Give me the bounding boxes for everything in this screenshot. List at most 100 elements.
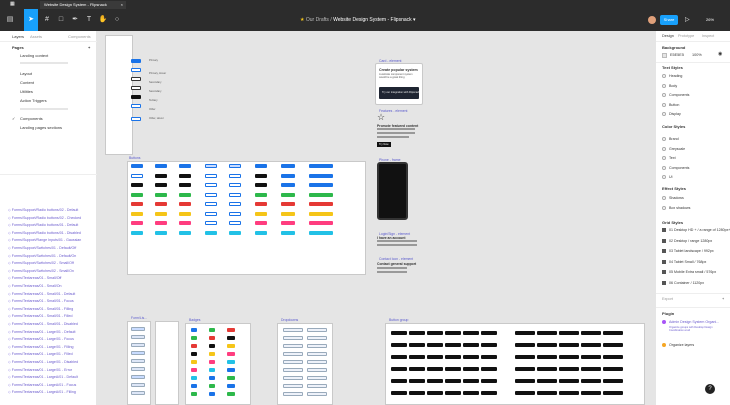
style-item[interactable]: 01 Desktop HD + / a range of 1280px+ [662,227,730,233]
layer-item[interactable]: Forms/Textareas/01 - Small/01 - Focus [8,298,74,304]
style-item[interactable]: Components [662,92,689,98]
style-item[interactable]: 05 Mobile Extra small / 576px [662,269,716,275]
page-item[interactable]: Layout [20,71,32,76]
star-icon[interactable]: ★ [300,17,304,23]
layer-item[interactable]: Forms/Textareas/01 - LargeA/01 - Focus [8,382,77,388]
frame-label-badges[interactable]: Badges [189,318,201,322]
layer-item[interactable]: Forms/Support/Radio buttons/01 - Disable… [8,230,81,236]
style-label: 05 Mobile Extra small / 576px [669,270,717,274]
layer-item[interactable]: Forms/Support/Switches/02 - Small/Off [8,260,74,266]
layer-item[interactable]: Forms/Textareas/01 - Large/01 - Error [8,367,72,373]
add-export-icon[interactable]: + [722,297,724,301]
layer-item[interactable]: Forms/Textareas/01 - Small/On [8,283,62,289]
style-item[interactable]: Brand [662,136,679,142]
layer-item[interactable]: Forms/Textareas/01 - Small/Off [8,275,62,281]
layer-item[interactable]: Forms/Support/Switches/02 - Small/On [8,268,74,274]
page-item[interactable]: Landing context [20,53,48,58]
style-item[interactable]: Button [662,102,679,108]
button-variant [229,211,241,216]
avatar[interactable] [648,16,656,24]
plugin-item[interactable]: Organize layers [669,342,694,348]
layer-item[interactable]: Forms/Textareas/01 - Small/01 - Filled [8,313,73,319]
tab-assets[interactable]: Assets [30,33,42,40]
figma-logo-icon[interactable]: ▦ [10,1,17,8]
tab-layers[interactable]: Layers [12,33,24,40]
share-button[interactable]: Share [660,15,678,25]
frame-label-dropdowns[interactable]: Dropdowns [281,318,298,322]
style-item[interactable]: Components [662,165,689,171]
hand-tool-icon[interactable]: ✋ [96,9,110,31]
layer-item[interactable]: Forms/Support/Radio buttons/01 - Default [8,222,79,228]
file-name[interactable]: Website Design System - Flipsnack [333,17,412,23]
style-item[interactable]: Heading [662,73,682,79]
layer-item[interactable]: Forms/Support/Radio buttons/02 - Checked [8,215,81,221]
page-item[interactable]: Action Triggers [20,98,47,103]
frame-tool-icon[interactable]: # [40,9,54,31]
phone-frame[interactable] [377,162,408,220]
canvas[interactable]: Primary Primary, Hover Secondary Seconda… [97,31,655,405]
layer-item[interactable]: Forms/Textareas/01 - Small/01 - Disabled [8,321,78,327]
layer-item[interactable]: Forms/Textareas/01 - LargeA/01 - Default [8,374,78,380]
style-item[interactable]: Shadows [662,195,684,201]
add-page-icon[interactable]: + [88,45,90,50]
frame-label-button-group[interactable]: Button group [389,318,408,322]
background-opacity[interactable]: 100% [692,53,702,57]
tab-components[interactable]: Components [68,33,91,40]
layer-item[interactable]: Forms/Textareas/01 - Large/01 - Filled [8,351,73,357]
layer-item[interactable]: Forms/Textareas/01 - Large/01 - Focus [8,336,74,342]
move-tool-icon[interactable]: ➤ [24,9,38,31]
style-item[interactable]: 06 Container / 1120px [662,280,704,286]
layer-item[interactable]: Forms/Textareas/01 - Large/01 - Default [8,329,76,335]
tab-inspect[interactable]: Inspect [702,33,714,40]
breadcrumb-folder[interactable]: Our Drafts [306,17,329,23]
text-tool-icon[interactable]: T [82,9,96,31]
page-item[interactable]: Landing pages sections [20,125,62,130]
frame-label-buttons[interactable]: Buttons [129,156,141,160]
tab-design[interactable]: Design [662,33,674,40]
background-hex[interactable]: E5E5E5 [670,53,684,57]
components-page[interactable]: Components [20,116,43,121]
layer-item[interactable]: Forms/Textareas/01 - Small/01 - Filling [8,306,74,312]
style-item[interactable]: Greyscale [662,146,685,152]
help-button[interactable]: ? [705,384,715,394]
plugin-item[interactable]: Admin Design System Organi... [669,319,719,325]
style-item[interactable]: Text [662,155,676,161]
style-item[interactable]: Box shadows [662,205,690,211]
frame-label-contact[interactable]: Contact Icon - element [379,257,413,261]
style-item[interactable]: Display [662,111,681,117]
layer-item[interactable]: Forms/Support/Switches/01 - Default/Off [8,245,76,251]
forms-frame-2[interactable] [155,321,179,405]
document-tab[interactable]: Website Design System - Flipsnack × [40,1,126,9]
layer-item[interactable]: Forms/Support/Switches/01 - Default/On [8,253,77,259]
main-menu-icon[interactable]: ▤ [0,9,20,31]
pen-tool-icon[interactable]: ✒ [68,9,82,31]
layer-item[interactable]: Forms/Support/Radio buttons/02 - Default [8,207,79,213]
layer-item[interactable]: Forms/Textareas/01 - LargeA/01 - Filling [8,389,76,395]
chevron-down-icon[interactable]: ▾ [413,17,416,23]
style-item[interactable]: 04 Tablet Small / 768px [662,259,706,265]
style-item[interactable]: 03 Tablet landscape / 992px [662,248,714,254]
button-variant [205,230,217,235]
page-item[interactable]: Utilities [20,89,33,94]
zoom-level[interactable]: 26% [706,15,714,25]
style-item[interactable]: Body [662,83,677,89]
page-item[interactable]: Content [20,80,34,85]
layer-item[interactable]: Forms/Support/Range Inputs/01 - Gaussian [8,237,82,243]
features-text-line [377,128,415,130]
layer-item[interactable]: Forms/Textareas/01 - Small/01 - Default [8,291,76,297]
frame-label-forms[interactable]: Form/Lis... [131,316,147,320]
layer-item[interactable]: Forms/Textareas/01 - Large/01 - Filling [8,344,74,350]
tab-prototype[interactable]: Prototype [678,33,694,40]
style-item[interactable]: 02 Desktop / range 1280px [662,238,712,244]
present-icon[interactable]: ▷ [685,15,690,25]
eye-icon[interactable]: ◉ [718,51,722,57]
shape-tool-icon[interactable]: □ [54,9,68,31]
background-swatch[interactable] [662,53,667,58]
buttons-frame[interactable] [127,161,366,275]
buttons-strip-frame[interactable] [105,35,133,155]
button-group-sample [581,355,601,359]
close-tab-icon[interactable]: × [121,1,123,9]
comment-tool-icon[interactable]: ○ [110,9,124,31]
layer-item[interactable]: Forms/Textareas/01 - Large/01 - Disabled [8,359,78,365]
style-item[interactable]: Ui [662,174,672,180]
